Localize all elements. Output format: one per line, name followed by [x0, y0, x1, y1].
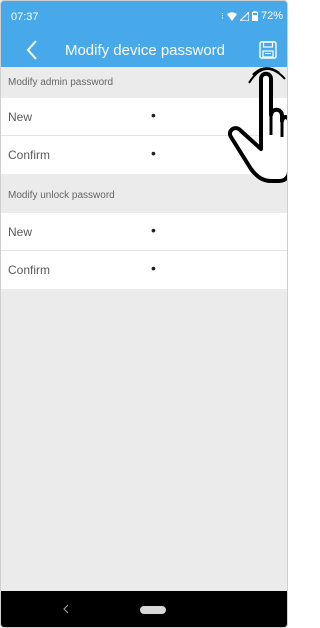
system-nav-bar [1, 591, 287, 627]
battery-percent: 72% [260, 10, 283, 22]
field-label: Confirm [8, 263, 51, 277]
unlock-new-password-field[interactable]: New • [1, 213, 287, 251]
status-icons: ⁝ 72% [221, 10, 283, 22]
password-mask[interactable]: • [151, 222, 156, 238]
field-label: New [8, 110, 33, 124]
home-pill-icon[interactable] [140, 606, 166, 614]
password-mask[interactable]: • [151, 145, 156, 161]
password-mask[interactable]: • [151, 260, 156, 276]
unlock-confirm-password-field[interactable]: Confirm • [1, 251, 287, 289]
pointing-hand-icon [228, 67, 287, 183]
password-mask[interactable]: • [151, 107, 156, 123]
alarm-icon: ⁝ [221, 10, 224, 21]
nav-back-icon[interactable] [61, 601, 71, 617]
section-header-unlock: Modify unlock password [8, 190, 115, 201]
status-time: 07:37 [11, 11, 39, 23]
title-bar: Modify device password [1, 33, 287, 67]
field-label: New [8, 225, 33, 239]
field-label: Confirm [8, 148, 51, 162]
phone-screen: 07:37 ⁝ 72% Modify device password Modif… [0, 0, 288, 628]
signal-icon [239, 11, 249, 21]
wifi-icon [226, 11, 237, 21]
page-title: Modify device password [64, 42, 226, 59]
battery-icon [251, 11, 258, 21]
save-icon[interactable] [259, 41, 277, 59]
status-bar: 07:37 ⁝ 72% [1, 1, 287, 33]
